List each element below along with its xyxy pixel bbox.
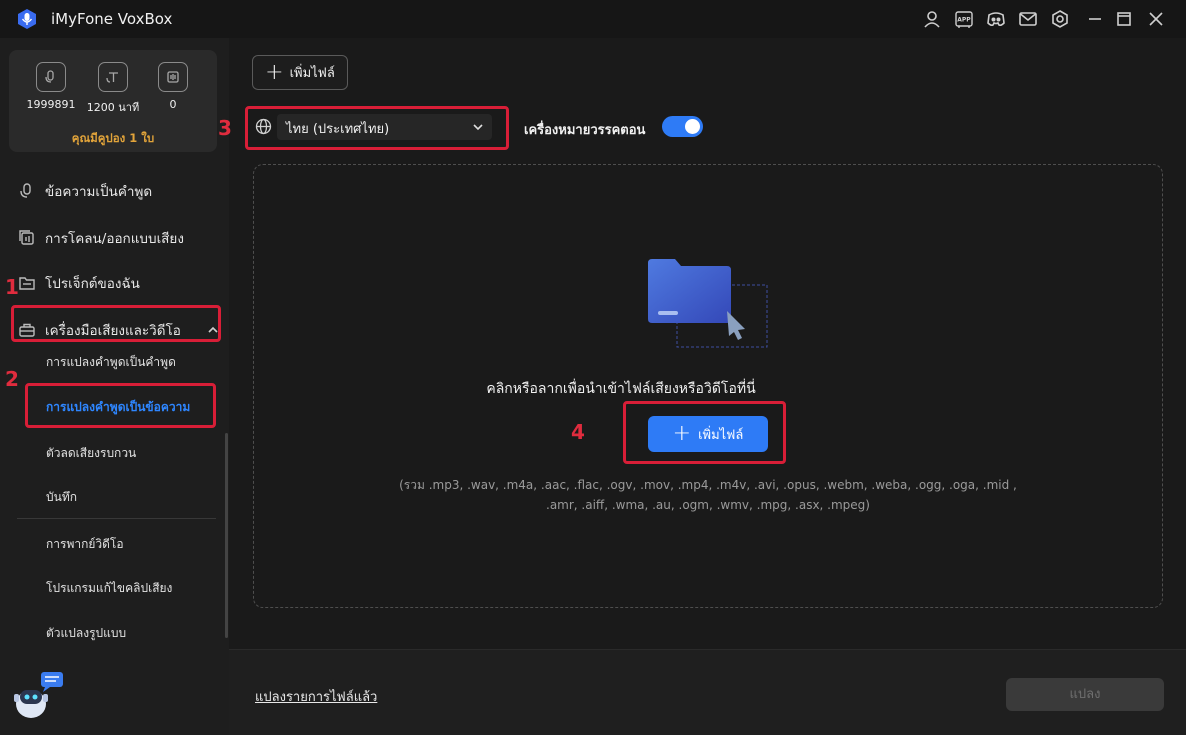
annotation-box-3 [245, 106, 509, 150]
stat-clone-value: 0 [169, 98, 177, 111]
title-bar: iMyFone VoxBox APP [0, 0, 1186, 38]
converted-files-link[interactable]: แปลงรายการไฟล์แล้ว [255, 686, 377, 707]
subnav-noise-reducer[interactable]: ตัวลดเสียงรบกวน [46, 444, 136, 463]
folder-icon [19, 277, 35, 290]
usage-stats-panel: 1999891 1200 นาที 0 คุณมีคูปอง 1 ใบ [9, 50, 217, 152]
mail-icon[interactable] [1018, 9, 1038, 29]
convert-button[interactable]: แปลง [1006, 678, 1164, 711]
plus-icon: + [265, 59, 284, 85]
maximize-icon[interactable] [1114, 9, 1134, 29]
nav-label: ข้อความเป็นคำพูด [45, 184, 153, 200]
stat-voice: 1999891 [23, 62, 79, 111]
formats-line-1: (รวม .mp3, .wav, .m4a, .aac, .flac, .ogv… [399, 478, 1017, 492]
clone-icon [158, 62, 188, 92]
stat-minutes: 1200 นาที [85, 62, 141, 116]
stat-voice-value: 1999891 [26, 98, 76, 111]
annotation-number-2: 2 [5, 367, 19, 391]
clone-voice-icon [19, 230, 34, 245]
coupon-text[interactable]: คุณมีคูปอง 1 ใบ [9, 130, 217, 148]
annotation-box-4 [623, 401, 786, 464]
annotation-number-3: 3 [218, 116, 232, 140]
annotation-box-2 [25, 383, 216, 428]
nav-text-to-speech[interactable]: ข้อความเป็นคำพูด [18, 180, 152, 202]
subnav-audio-editor[interactable]: โปรแกรมแก้ไขคลิปเสียง [46, 579, 172, 598]
stat-minutes-value: 1200 นาที [86, 101, 140, 114]
nav-voice-clone[interactable]: การโคลน/ออกแบบเสียง [18, 227, 184, 249]
voice-icon [36, 62, 66, 92]
stat-clone: 0 [145, 62, 201, 111]
add-file-button-top[interactable]: + เพิ่มไฟล์ [252, 55, 348, 90]
annotation-number-4: 4 [571, 420, 585, 444]
close-icon[interactable] [1146, 9, 1166, 29]
microphone-icon [20, 183, 31, 198]
app-badge-text: APP [957, 17, 971, 24]
text-icon [98, 62, 128, 92]
supported-formats: (รวม .mp3, .wav, .m4a, .aac, .flac, .ogv… [395, 475, 1021, 515]
punctuation-label: เครื่องหมายวรรคตอน [524, 123, 646, 138]
annotation-number-1: 1 [5, 275, 19, 299]
toggle-knob [685, 119, 700, 134]
nav-my-projects[interactable]: โปรเจ็กต์ของฉัน [18, 272, 140, 294]
punctuation-toggle[interactable] [662, 116, 703, 137]
nav-label: การโคลน/ออกแบบเสียง [45, 231, 184, 247]
file-drop-zone[interactable] [253, 164, 1163, 608]
discord-icon[interactable] [986, 9, 1006, 29]
folder-illustration-icon [648, 259, 768, 348]
sidebar-divider [17, 518, 216, 519]
formats-line-2: .amr, .aiff, .wma, .au, .ogm, .wmv, .mpg… [546, 498, 870, 512]
subnav-format-converter[interactable]: ตัวแปลงรูปแบบ [46, 624, 126, 643]
user-icon[interactable] [922, 9, 942, 29]
minimize-icon[interactable] [1085, 9, 1105, 29]
app-title: iMyFone VoxBox [51, 10, 173, 28]
annotation-box-1 [11, 305, 221, 342]
subnav-record[interactable]: บันทึก [46, 488, 77, 507]
assistant-bot-icon[interactable] [12, 670, 66, 722]
nav-label: โปรเจ็กต์ของฉัน [45, 276, 140, 292]
app-icon[interactable]: APP [954, 9, 974, 29]
settings-icon[interactable] [1050, 9, 1070, 29]
add-file-label: เพิ่มไฟล์ [289, 66, 335, 81]
subnav-video-dubbing[interactable]: การพากย์วิดีโอ [46, 535, 124, 554]
app-logo-icon [18, 9, 36, 29]
sidebar-scrollbar[interactable] [225, 433, 228, 638]
subnav-speech-to-speech[interactable]: การแปลงคำพูดเป็นคำพูด [46, 353, 176, 372]
